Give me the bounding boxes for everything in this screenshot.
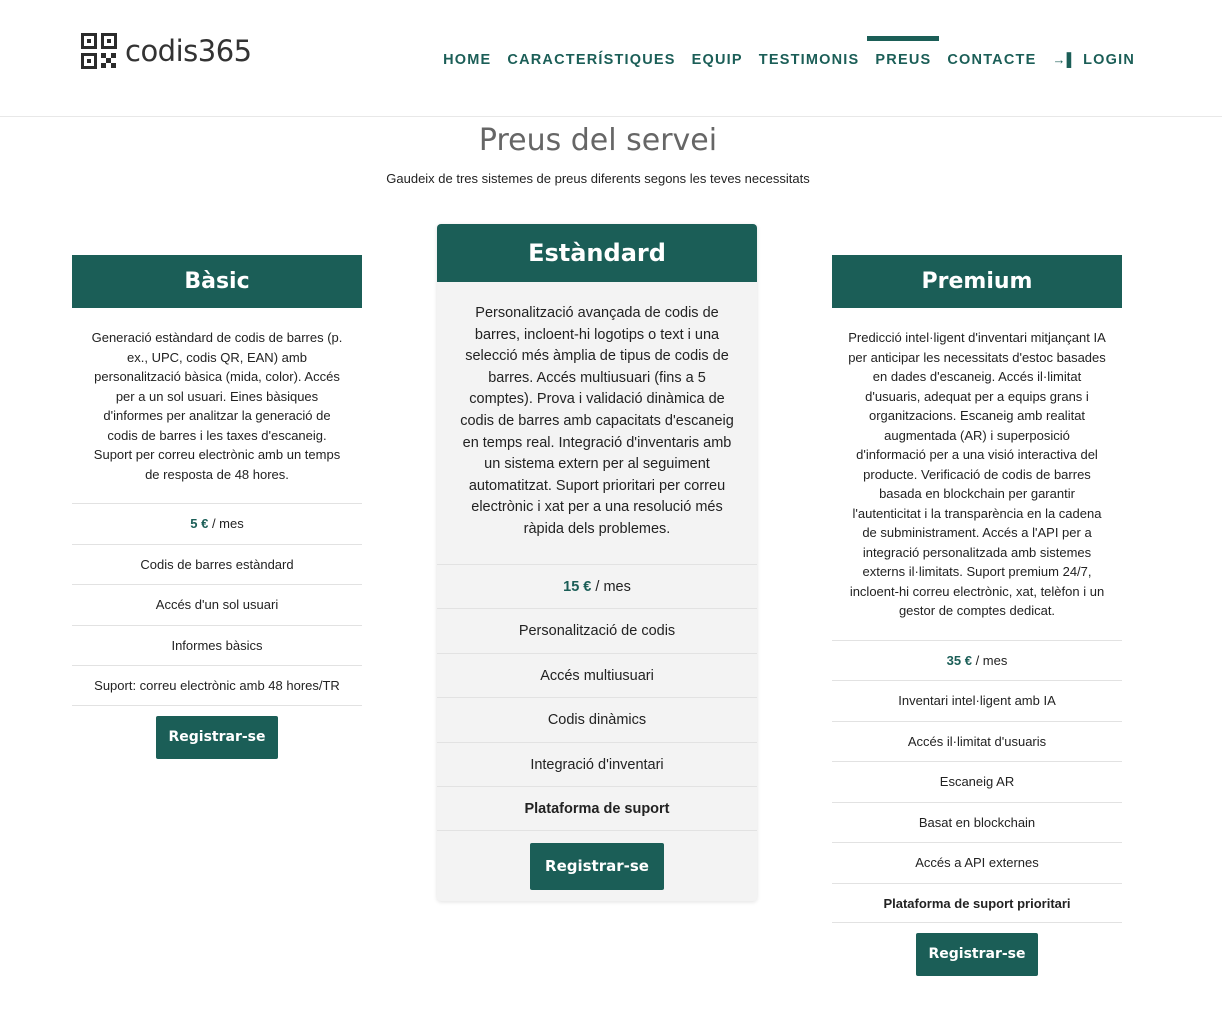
nav-equip[interactable]: EQUIP: [684, 36, 751, 68]
plan-price: 35 € / mes: [832, 639, 1122, 681]
plan-title: Premium: [832, 255, 1122, 308]
plan-button-wrap: Registrar-se: [437, 831, 757, 890]
plan-feature: Personalització de codis: [437, 608, 757, 653]
nav-login-label: LOGIN: [1083, 52, 1135, 68]
qr-code-icon: [81, 33, 117, 69]
main-nav: HOME CARACTERÍSTIQUES EQUIP TESTIMONIS P…: [435, 36, 1143, 68]
nav-preus[interactable]: PREUS: [867, 36, 940, 68]
plan-feature: Accés multiusuari: [437, 652, 757, 698]
plan-feature: Codis de barres estàndard: [72, 543, 362, 585]
price-amount: 15 €: [563, 578, 592, 595]
nav-contacte[interactable]: CONTACTE: [939, 36, 1044, 68]
plan-button-wrap: Registrar-se: [72, 706, 362, 759]
price-period: / mes: [975, 652, 1008, 668]
register-button-premium[interactable]: Registrar-se: [916, 933, 1038, 976]
plan-feature: Informes bàsics: [72, 624, 362, 666]
plan-feature: Inventari intel·ligent amb IA: [832, 680, 1122, 721]
plan-feature: Accés d'un sol usuari: [72, 584, 362, 625]
register-button-standard[interactable]: Registrar-se: [530, 842, 664, 890]
plan-card-premium: Premium Predicció intel·ligent d'inventa…: [832, 255, 1122, 976]
brand-name: codis365: [125, 34, 252, 68]
nav-testimonis[interactable]: TESTIMONIS: [751, 36, 868, 68]
plan-feature: Plataforma de suport: [437, 786, 757, 831]
plan-card-standard: Estàndard Personalització avançada de co…: [437, 224, 757, 901]
plan-feature: Integració d'inventari: [437, 741, 757, 787]
plan-card-basic: Bàsic Generació estàndard de codis de ba…: [72, 255, 362, 759]
plan-feature-list: 35 € / mes Inventari intel·ligent amb IA…: [832, 639, 1122, 923]
price-period: / mes: [595, 578, 631, 595]
plan-feature: Suport: correu electrònic amb 48 hores/T…: [72, 665, 362, 706]
plan-feature: Plataforma de suport prioritari: [832, 882, 1122, 923]
register-button-basic[interactable]: Registrar-se: [156, 715, 278, 759]
plan-feature: Codis dinàmics: [437, 697, 757, 742]
nav-home[interactable]: HOME: [435, 36, 499, 68]
plan-feature: Accés il·limitat d'usuaris: [832, 720, 1122, 762]
site-header: codis365 HOME CARACTERÍSTIQUES EQUIP TES…: [0, 0, 1222, 117]
plan-button-wrap: Registrar-se: [832, 923, 1122, 976]
section-subtitle: Gaudeix de tres sistemes de preus difere…: [386, 171, 810, 186]
plan-feature: Basat en blockchain: [832, 801, 1122, 843]
login-icon: →▌: [1052, 52, 1078, 67]
nav-login[interactable]: →▌ LOGIN: [1044, 36, 1143, 68]
price-period: / mes: [211, 516, 244, 531]
plan-title: Estàndard: [437, 224, 757, 282]
nav-caracteristiques[interactable]: CARACTERÍSTIQUES: [499, 36, 683, 68]
plan-price: 15 € / mes: [437, 563, 757, 609]
section-title: Preus del servei: [478, 123, 718, 158]
plan-feature: Accés a API externes: [832, 842, 1122, 883]
price-amount: 5 €: [190, 516, 209, 531]
plan-description: Predicció intel·ligent d'inventari mitja…: [848, 330, 1106, 618]
plan-title: Bàsic: [72, 255, 362, 308]
plan-feature-list: 5 € / mes Codis de barres estàndard Accé…: [72, 503, 362, 706]
plan-description: Personalització avançada de codis de bar…: [460, 305, 734, 537]
plan-feature-list: 15 € / mes Personalització de codis Accé…: [437, 563, 757, 831]
plan-feature: Escaneig AR: [832, 761, 1122, 802]
brand-logo[interactable]: codis365: [81, 33, 252, 69]
price-amount: 35 €: [946, 652, 972, 668]
plan-price: 5 € / mes: [72, 503, 362, 544]
plan-description: Generació estàndard de codis de barres (…: [91, 330, 343, 482]
